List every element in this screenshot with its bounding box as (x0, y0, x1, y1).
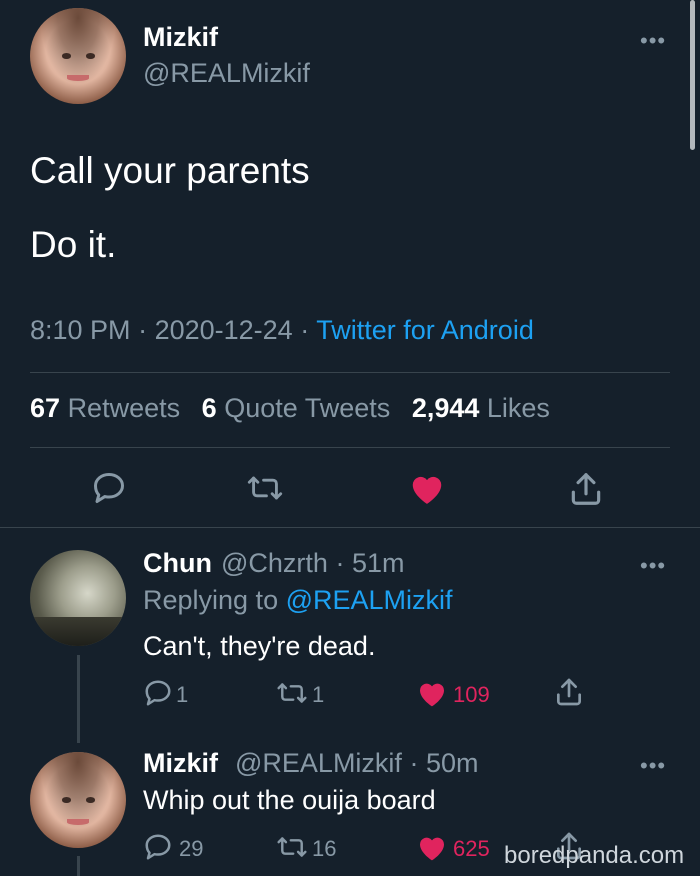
meta-separator: · (300, 315, 317, 345)
author-avatar[interactable] (30, 8, 126, 104)
tweet-text-line-1: Call your parents (30, 150, 310, 191)
reply-age: · 51m (335, 548, 405, 578)
author-handle[interactable]: @REALMizkif (143, 58, 310, 89)
thread-line (77, 655, 80, 743)
retweet-icon[interactable] (275, 678, 309, 708)
like-count: 109 (453, 682, 490, 707)
reply-count: 29 (179, 836, 204, 861)
reply-icon[interactable] (143, 832, 173, 862)
retweet-count: 1 (312, 682, 325, 707)
reply-avatar[interactable] (30, 550, 126, 646)
like-icon-filled[interactable] (416, 678, 448, 708)
retweet-icon[interactable] (245, 470, 285, 506)
meta-separator: · (138, 315, 155, 345)
watermark: boredpanda.com (504, 842, 685, 869)
reply-count: 1 (176, 682, 189, 707)
share-icon[interactable] (567, 470, 605, 508)
reply-avatar[interactable] (30, 752, 126, 848)
divider (30, 372, 670, 373)
like-icon-filled[interactable] (416, 832, 448, 862)
mention-link[interactable]: @REALMizkif (286, 585, 453, 615)
reply-author-name[interactable]: Chun (143, 548, 212, 579)
scrollbar[interactable] (690, 0, 695, 150)
reply-icon[interactable] (91, 470, 127, 506)
tweet-time: 8:10 PM (30, 315, 131, 345)
likes-stat[interactable]: 2,944 Likes (412, 393, 550, 423)
reply-text: Whip out the ouija board (143, 785, 436, 815)
reply-text: Can't, they're dead. (143, 631, 376, 661)
tweet-meta: 8:10 PM · 2020-12-24 · Twitter for Andro… (30, 315, 534, 346)
more-options-icon[interactable]: ••• (640, 553, 666, 579)
more-options-icon[interactable]: ••• (640, 753, 666, 779)
reply-author-handle[interactable]: @Chzrth · 51m (221, 548, 404, 579)
divider (30, 447, 670, 448)
replying-to: Replying to @REALMizkif (143, 585, 453, 615)
reply-age: · 50m (409, 748, 479, 778)
tweet-date: 2020-12-24 (154, 315, 293, 345)
engagement-stats: 67 Retweets 6 Quote Tweets 2,944 Likes (30, 393, 550, 424)
divider (0, 527, 700, 528)
tweet-text-line-2: Do it. (30, 224, 117, 265)
more-options-icon[interactable]: ••• (640, 28, 666, 54)
retweets-stat[interactable]: 67 Retweets (30, 393, 180, 423)
share-icon[interactable] (553, 676, 585, 708)
like-count: 625 (453, 836, 490, 861)
like-icon-filled[interactable] (408, 470, 446, 506)
retweet-icon[interactable] (275, 832, 309, 862)
reply-author-name[interactable]: Mizkif (143, 748, 218, 779)
quote-tweets-stat[interactable]: 6 Quote Tweets (202, 393, 391, 423)
thread-line (77, 856, 80, 876)
reply-icon[interactable] (143, 678, 173, 708)
author-name[interactable]: Mizkif (143, 22, 218, 53)
reply-author-handle[interactable]: @REALMizkif · 50m (235, 748, 478, 779)
tweet-source[interactable]: Twitter for Android (316, 315, 534, 345)
retweet-count: 16 (312, 836, 337, 861)
